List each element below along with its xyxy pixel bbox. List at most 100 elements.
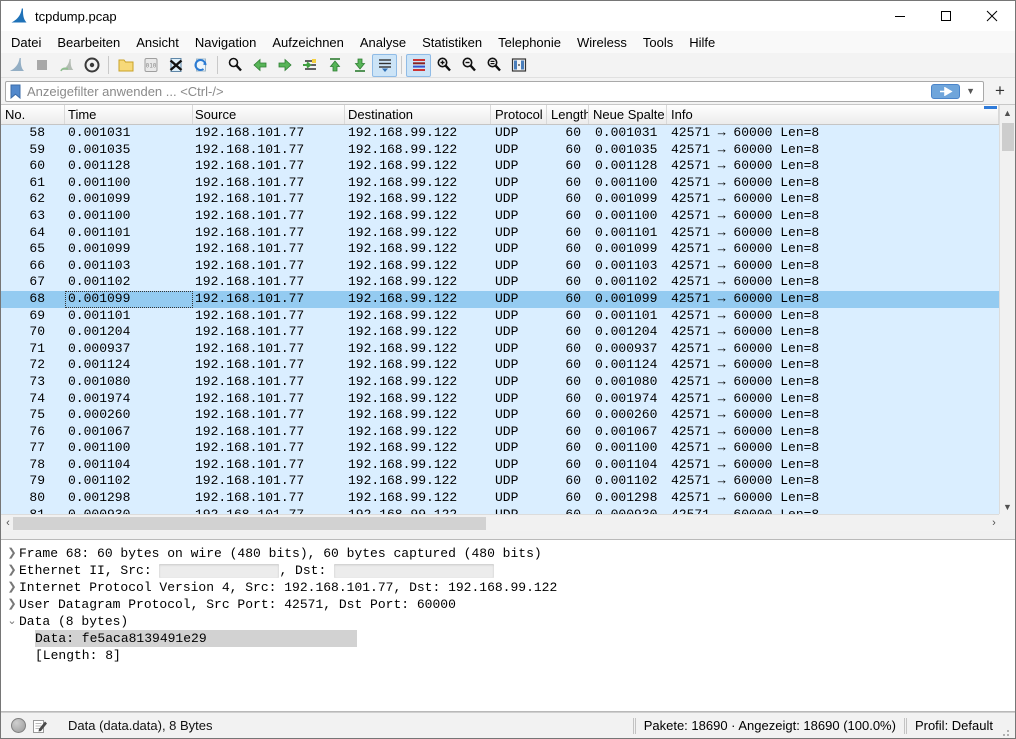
- cell-source[interactable]: 192.168.101.77: [193, 324, 345, 341]
- cell-info[interactable]: 42571 → 60000 Len=8: [667, 374, 999, 391]
- packet-row[interactable]: 600.001128192.168.101.77192.168.99.122UD…: [1, 158, 999, 175]
- cell-destination[interactable]: 192.168.99.122: [345, 142, 491, 159]
- pane-splitter[interactable]: [1, 531, 1015, 539]
- cell-time[interactable]: 0.001080: [65, 374, 193, 391]
- cell-source[interactable]: 192.168.101.77: [193, 473, 345, 490]
- cell-info[interactable]: 42571 → 60000 Len=8: [667, 457, 999, 474]
- cell-destination[interactable]: 192.168.99.122: [345, 424, 491, 441]
- cell-destination[interactable]: 192.168.99.122: [345, 291, 491, 308]
- cell-time[interactable]: 0.001128: [65, 158, 193, 175]
- cell-source[interactable]: 192.168.101.77: [193, 225, 345, 242]
- cell-no[interactable]: 77: [1, 440, 65, 457]
- packet-row[interactable]: 580.001031192.168.101.77192.168.99.122UD…: [1, 125, 999, 142]
- auto-scroll-icon[interactable]: [372, 54, 397, 77]
- cell-info[interactable]: 42571 → 60000 Len=8: [667, 407, 999, 424]
- cell-destination[interactable]: 192.168.99.122: [345, 241, 491, 258]
- cell-length[interactable]: 60: [547, 457, 589, 474]
- display-filter-field[interactable]: ▼: [5, 81, 984, 102]
- cell-no[interactable]: 60: [1, 158, 65, 175]
- cell-no[interactable]: 71: [1, 341, 65, 358]
- detail-data-field[interactable]: Data: fe5aca8139491e29: [1, 630, 1015, 647]
- cell-length[interactable]: 60: [547, 241, 589, 258]
- cell-no[interactable]: 75: [1, 407, 65, 424]
- detail-ip[interactable]: ❯ Internet Protocol Version 4, Src: 192.…: [1, 579, 1015, 596]
- cell-source[interactable]: 192.168.101.77: [193, 374, 345, 391]
- cell-destination[interactable]: 192.168.99.122: [345, 473, 491, 490]
- cell-neue[interactable]: 0.001128: [589, 158, 667, 175]
- cell-protocol[interactable]: UDP: [491, 473, 547, 490]
- zoom-in-icon[interactable]: [431, 54, 456, 77]
- cell-destination[interactable]: 192.168.99.122: [345, 258, 491, 275]
- cell-time[interactable]: 0.001204: [65, 324, 193, 341]
- cell-protocol[interactable]: UDP: [491, 324, 547, 341]
- cell-source[interactable]: 192.168.101.77: [193, 291, 345, 308]
- chevron-down-icon[interactable]: ⌄: [5, 613, 19, 630]
- cell-protocol[interactable]: UDP: [491, 374, 547, 391]
- cell-source[interactable]: 192.168.101.77: [193, 208, 345, 225]
- cell-no[interactable]: 61: [1, 175, 65, 192]
- packet-row[interactable]: 750.000260192.168.101.77192.168.99.122UD…: [1, 407, 999, 424]
- chevron-right-icon[interactable]: ❯: [5, 596, 19, 613]
- cell-source[interactable]: 192.168.101.77: [193, 407, 345, 424]
- cell-neue[interactable]: 0.001100: [589, 440, 667, 457]
- cell-time[interactable]: 0.001099: [65, 291, 193, 308]
- cell-neue[interactable]: 0.001080: [589, 374, 667, 391]
- capture-options-icon[interactable]: [79, 54, 104, 77]
- cell-time[interactable]: 0.001104: [65, 457, 193, 474]
- menu-aufzeichnen[interactable]: Aufzeichnen: [264, 33, 352, 52]
- cell-destination[interactable]: 192.168.99.122: [345, 457, 491, 474]
- status-profile[interactable]: Profil: Default: [915, 718, 993, 733]
- cell-length[interactable]: 60: [547, 225, 589, 242]
- packet-row[interactable]: 740.001974192.168.101.77192.168.99.122UD…: [1, 391, 999, 408]
- cell-destination[interactable]: 192.168.99.122: [345, 324, 491, 341]
- cell-no[interactable]: 68: [1, 291, 65, 308]
- cell-no[interactable]: 62: [1, 191, 65, 208]
- column-header-source[interactable]: Source: [193, 105, 345, 124]
- cell-source[interactable]: 192.168.101.77: [193, 125, 345, 142]
- vertical-scrollbar[interactable]: ▲ ▼: [999, 105, 1015, 515]
- cell-info[interactable]: 42571 → 60000 Len=8: [667, 208, 999, 225]
- cell-no[interactable]: 66: [1, 258, 65, 275]
- cell-destination[interactable]: 192.168.99.122: [345, 341, 491, 358]
- cell-info[interactable]: 42571 → 60000 Len=8: [667, 424, 999, 441]
- cell-info[interactable]: 42571 → 60000 Len=8: [667, 391, 999, 408]
- go-last-packet-icon[interactable]: [347, 54, 372, 77]
- colorize-packets-icon[interactable]: [406, 54, 431, 77]
- cell-info[interactable]: 42571 → 60000 Len=8: [667, 440, 999, 457]
- scroll-down-icon[interactable]: ▼: [1000, 499, 1015, 515]
- packet-row[interactable]: 660.001103192.168.101.77192.168.99.122UD…: [1, 258, 999, 275]
- cell-no[interactable]: 59: [1, 142, 65, 159]
- menu-telephonie[interactable]: Telephonie: [490, 33, 569, 52]
- packet-row[interactable]: 720.001124192.168.101.77192.168.99.122UD…: [1, 357, 999, 374]
- cell-time[interactable]: 0.001067: [65, 424, 193, 441]
- menu-navigation[interactable]: Navigation: [187, 33, 264, 52]
- scroll-up-icon[interactable]: ▲: [1000, 105, 1015, 121]
- zoom-out-icon[interactable]: [456, 54, 481, 77]
- cell-destination[interactable]: 192.168.99.122: [345, 407, 491, 424]
- cell-no[interactable]: 69: [1, 308, 65, 325]
- save-file-icon[interactable]: 010: [138, 54, 163, 77]
- cell-no[interactable]: 74: [1, 391, 65, 408]
- filter-dropdown-caret-icon[interactable]: ▼: [960, 86, 980, 96]
- go-forward-icon[interactable]: [272, 54, 297, 77]
- cell-length[interactable]: 60: [547, 191, 589, 208]
- cell-time[interactable]: 0.001100: [65, 175, 193, 192]
- packet-row[interactable]: 770.001100192.168.101.77192.168.99.122UD…: [1, 440, 999, 457]
- detail-data-header[interactable]: ⌄ Data (8 bytes): [1, 613, 1015, 630]
- detail-frame[interactable]: ❯ Frame 68: 60 bytes on wire (480 bits),…: [1, 545, 1015, 562]
- menu-wireless[interactable]: Wireless: [569, 33, 635, 52]
- cell-protocol[interactable]: UDP: [491, 391, 547, 408]
- cell-destination[interactable]: 192.168.99.122: [345, 374, 491, 391]
- cell-destination[interactable]: 192.168.99.122: [345, 490, 491, 507]
- cell-neue[interactable]: 0.001102: [589, 473, 667, 490]
- cell-info[interactable]: 42571 → 60000 Len=8: [667, 490, 999, 507]
- packet-row[interactable]: 790.001102192.168.101.77192.168.99.122UD…: [1, 473, 999, 490]
- cell-protocol[interactable]: UDP: [491, 424, 547, 441]
- horizontal-scrollbar[interactable]: ‹ ›: [1, 514, 1001, 531]
- packet-row[interactable]: 690.001101192.168.101.77192.168.99.122UD…: [1, 308, 999, 325]
- cell-no[interactable]: 70: [1, 324, 65, 341]
- add-filter-button[interactable]: +: [989, 80, 1011, 102]
- cell-no[interactable]: 64: [1, 225, 65, 242]
- cell-length[interactable]: 60: [547, 357, 589, 374]
- detail-udp[interactable]: ❯ User Datagram Protocol, Src Port: 4257…: [1, 596, 1015, 613]
